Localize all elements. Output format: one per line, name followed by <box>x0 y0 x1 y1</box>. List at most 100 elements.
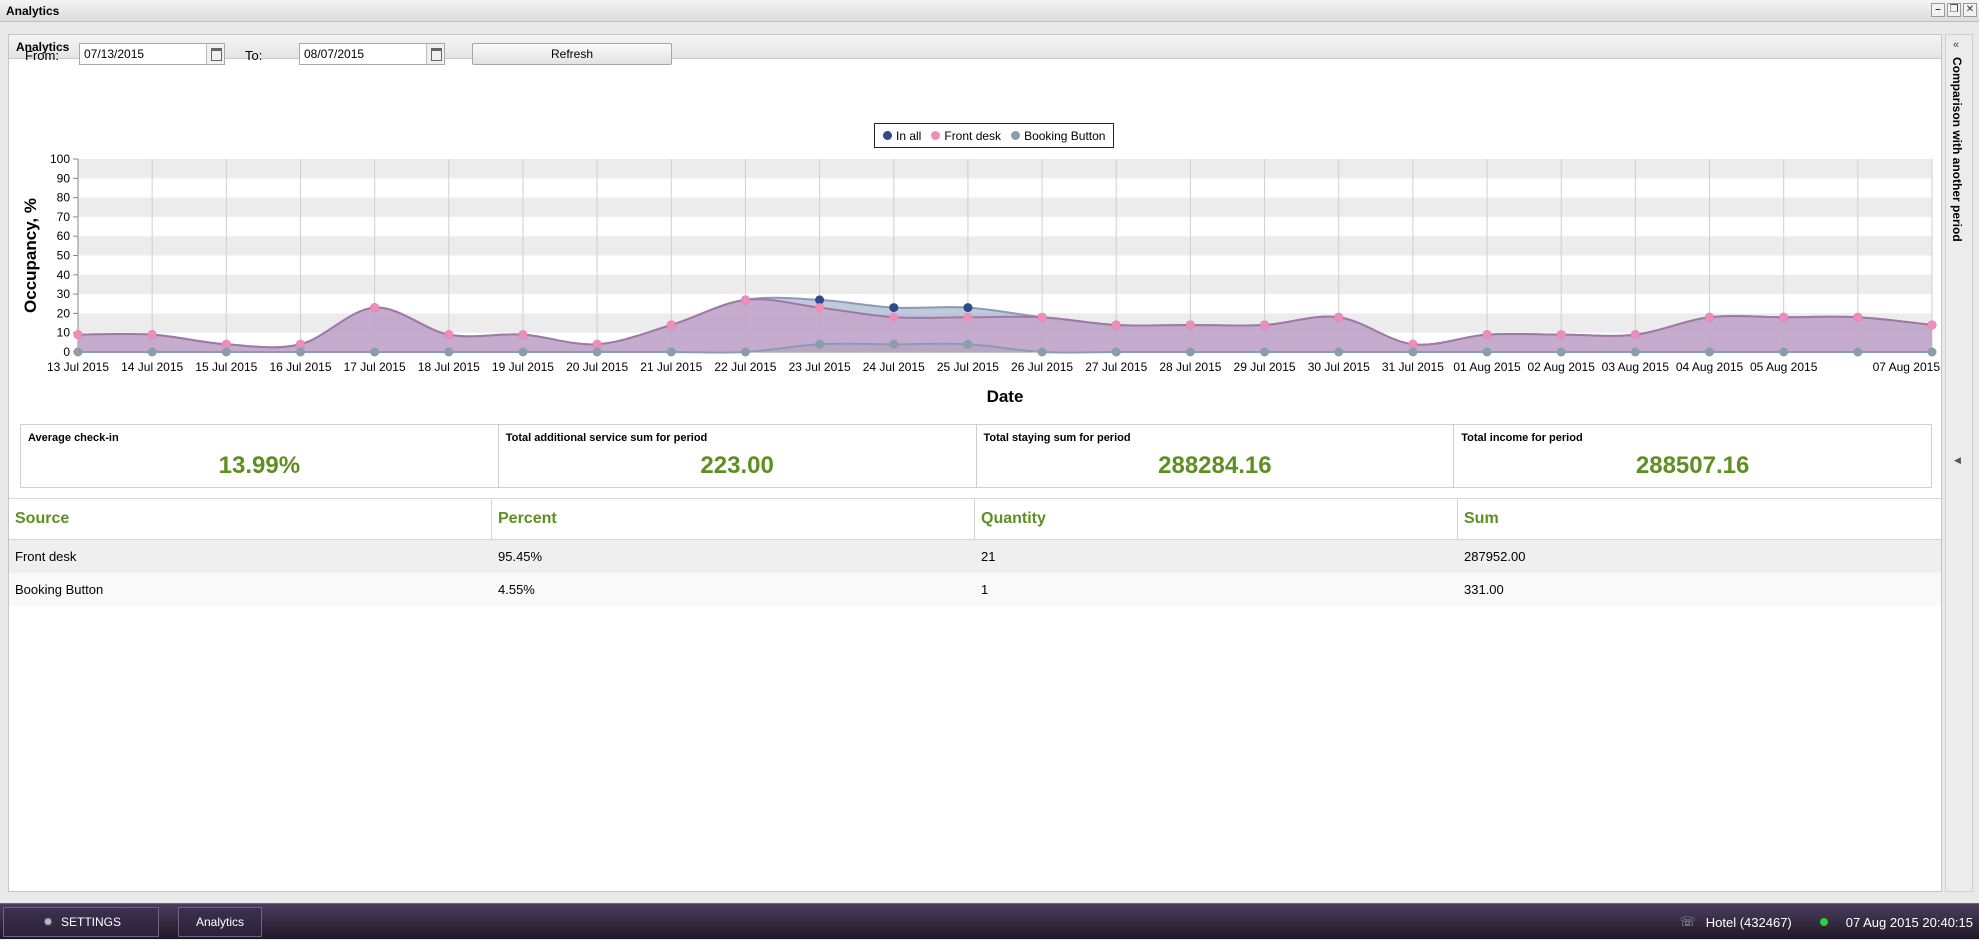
cell-percent: 4.55% <box>498 582 535 597</box>
cell-quantity: 1 <box>981 582 989 597</box>
data-point <box>815 339 825 349</box>
column-header-sum[interactable]: Sum <box>1458 499 1941 539</box>
column-header-source[interactable]: Source <box>9 499 492 539</box>
cell-source: Front desk <box>15 549 77 564</box>
x-tick-label: 21 Jul 2015 <box>640 360 702 374</box>
data-point <box>1334 312 1344 322</box>
data-point <box>444 347 454 357</box>
data-point <box>1260 320 1270 330</box>
data-point <box>518 347 528 357</box>
hotel-label[interactable]: Hotel (432467) <box>1706 915 1792 930</box>
cell-quantity: 21 <box>981 549 996 564</box>
y-tick-label: 80 <box>57 191 71 205</box>
legend-item[interactable]: In all <box>883 129 921 143</box>
data-point <box>1111 347 1121 357</box>
table-row[interactable]: Front desk 95.45% 21 287952.00 <box>9 540 1941 573</box>
data-point <box>592 347 602 357</box>
data-point <box>1779 347 1789 357</box>
legend-label: In all <box>896 128 922 143</box>
cell-sum: 331.00 <box>1464 582 1504 597</box>
kpi-average-check-in: Average check-in 13.99% <box>21 425 499 487</box>
analytics-task-button[interactable]: Analytics <box>178 907 262 937</box>
legend-label: Front desk <box>944 128 1002 143</box>
data-point <box>1853 312 1863 322</box>
legend-item[interactable]: Front desk <box>931 129 1001 143</box>
x-tick-label: 19 Jul 2015 <box>492 360 554 374</box>
data-point <box>1927 320 1937 330</box>
data-point <box>1185 320 1195 330</box>
grid-band <box>78 159 1932 179</box>
x-tick-label: 27 Jul 2015 <box>1085 360 1147 374</box>
data-point <box>963 339 973 349</box>
data-point <box>1853 347 1863 357</box>
legend-marker-icon <box>1011 131 1021 140</box>
kpi-label: Average check-in <box>28 432 119 444</box>
data-point <box>1705 347 1715 357</box>
y-tick-label: 40 <box>57 268 71 282</box>
data-point <box>370 303 380 313</box>
data-point <box>221 347 231 357</box>
column-header-percent[interactable]: Percent <box>492 499 975 539</box>
data-point <box>221 339 231 349</box>
legend-marker-icon <box>883 131 892 140</box>
x-tick-label: 05 Aug 2015 <box>1750 360 1818 374</box>
x-tick-label: 13 Jul 2015 <box>47 360 109 374</box>
data-point <box>295 339 305 349</box>
y-tick-label: 0 <box>63 345 70 359</box>
x-tick-label: 03 Aug 2015 <box>1602 360 1670 374</box>
datetime-label: 07 Aug 2015 20:40:15 <box>1845 914 1973 930</box>
y-tick-label: 50 <box>57 249 71 263</box>
x-tick-label: 02 Aug 2015 <box>1527 360 1595 374</box>
x-tick-label: 07 Aug 2015 <box>1873 360 1941 374</box>
data-point <box>1185 347 1195 357</box>
data-point <box>815 303 825 313</box>
data-point <box>1037 347 1047 357</box>
x-axis-title: Date <box>987 387 1024 406</box>
y-tick-label: 70 <box>57 210 71 224</box>
gear-icon: ✹ <box>42 915 54 929</box>
data-point <box>889 303 899 313</box>
x-tick-label: 26 Jul 2015 <box>1011 360 1073 374</box>
data-point <box>73 347 83 357</box>
kpi-staying-sum: Total staying sum for period 288284.16 <box>977 425 1455 487</box>
x-tick-label: 01 Aug 2015 <box>1453 360 1521 374</box>
y-tick-label: 100 <box>50 152 70 166</box>
data-point <box>592 339 602 349</box>
data-point <box>73 330 83 340</box>
kpi-value: 288507.16 <box>1635 452 1750 479</box>
online-status-icon <box>1819 918 1828 926</box>
x-tick-label: 04 Aug 2015 <box>1676 360 1744 374</box>
x-tick-label: 30 Jul 2015 <box>1308 360 1370 374</box>
x-tick-label: 20 Jul 2015 <box>566 360 628 374</box>
expand-arrow-icon[interactable]: ◀ <box>1954 455 1961 466</box>
chart-legend: In all Front desk Booking Button <box>874 123 1115 148</box>
data-point <box>889 312 899 322</box>
data-point <box>1408 347 1418 357</box>
data-point <box>444 330 454 340</box>
settings-button[interactable]: ✹ SETTINGS <box>3 907 159 937</box>
kpi-label: Total income for period <box>1461 432 1583 444</box>
table-row[interactable]: Booking Button 4.55% 1 331.00 <box>9 573 1941 606</box>
x-tick-label: 16 Jul 2015 <box>269 360 331 374</box>
x-tick-label: 18 Jul 2015 <box>418 360 480 374</box>
y-tick-label: 30 <box>57 287 71 301</box>
grid-band <box>78 197 1932 217</box>
occupancy-chart: 0 10 20 30 40 50 60 70 80 90 100 13 Jul 2015 14 Jul … <box>21 152 1941 406</box>
kpi-value: 223.00 <box>700 452 774 479</box>
x-tick-label: 28 Jul 2015 <box>1159 360 1221 374</box>
data-point <box>370 347 380 357</box>
legend-marker-icon <box>931 131 941 140</box>
data-point <box>963 312 973 322</box>
column-header-quantity[interactable]: Quantity <box>975 499 1458 539</box>
x-tick-label: 17 Jul 2015 <box>344 360 406 374</box>
data-point <box>740 347 750 357</box>
x-tick-label: 22 Jul 2015 <box>714 360 776 374</box>
legend-item[interactable]: Booking Button <box>1011 129 1105 143</box>
data-point <box>1482 347 1492 357</box>
cell-percent: 95.45% <box>498 549 543 564</box>
x-tick-label: 31 Jul 2015 <box>1382 360 1444 374</box>
data-point <box>1334 347 1344 357</box>
data-point <box>1779 312 1789 322</box>
data-point <box>1927 347 1937 357</box>
data-point <box>815 295 825 305</box>
